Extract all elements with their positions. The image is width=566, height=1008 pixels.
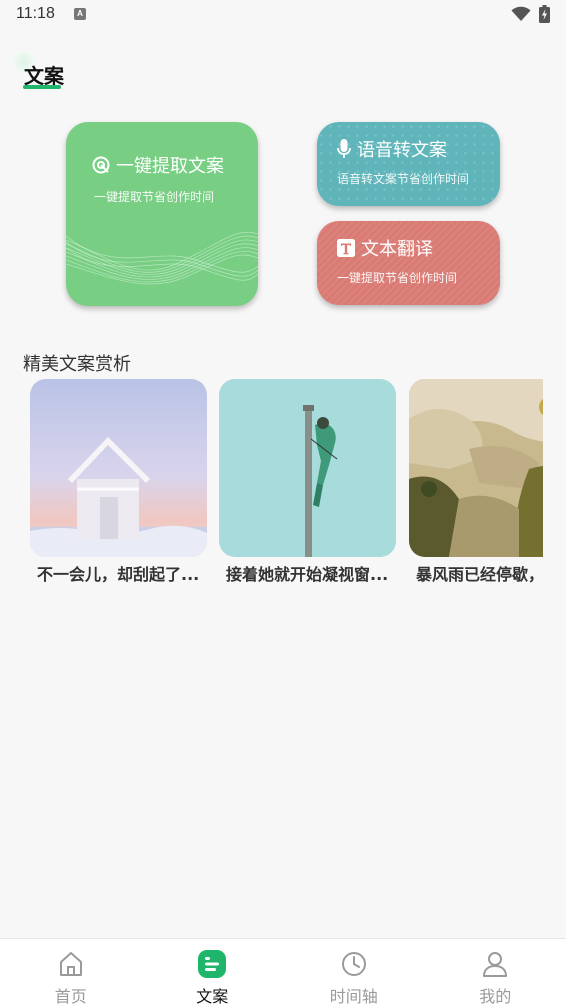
translate-card-title-text: 文本翻译 — [361, 239, 433, 260]
gallery-caption: 接着她就开始凝视窗... — [226, 565, 389, 584]
microphone-icon — [337, 139, 351, 159]
gallery-item[interactable]: 不一会儿，却刮起了... — [30, 379, 207, 584]
voice-card-subtitle: 语音转文案节省创作时间 — [337, 172, 470, 186]
wave-decoration — [66, 231, 258, 285]
voice-card-title: 语音转文案 — [337, 136, 447, 162]
extract-card-title: 一键提取文案 — [92, 152, 224, 178]
user-icon — [480, 949, 510, 979]
battery-icon — [539, 5, 550, 27]
rocky-landscape-image — [409, 379, 543, 557]
extract-card-title-text: 一键提取文案 — [116, 156, 224, 177]
nav-label-mine: 我的 — [479, 987, 512, 1006]
gallery-item[interactable]: 接着她就开始凝视窗... — [219, 379, 396, 584]
a-notification-icon: A — [74, 8, 86, 20]
status-bar: 11:18 A — [0, 0, 566, 30]
text-translate-card[interactable]: 文本翻译 一键提取节省创作时间 — [317, 221, 500, 305]
document-icon — [197, 949, 227, 979]
gallery-caption: 暴风雨已经停歇， — [416, 565, 543, 584]
extract-text-card[interactable]: 一键提取文案 一键提取节省创作时间 — [66, 122, 258, 306]
screen: 11:18 A 文案 一键提取文案 一键提取节省创作时间 语音转文案 语音转文案… — [0, 0, 566, 1008]
translate-card-title: 文本翻译 — [337, 235, 433, 261]
gallery-caption: 不一会儿，却刮起了... — [37, 565, 200, 584]
clock-icon — [339, 949, 369, 979]
voice-to-text-card[interactable]: 语音转文案 语音转文案节省创作时间 — [317, 122, 500, 206]
gallery: 不一会儿，却刮起了... 接着她就开始凝视窗... 暴风雨已经停歇， — [30, 379, 543, 589]
bottom-nav: 首页 文案 时间轴 我的 — [0, 938, 566, 1008]
climber-on-pole-image — [219, 379, 396, 557]
nav-label-copywriting: 文案 — [196, 987, 229, 1006]
nav-item-mine[interactable]: 我的 — [425, 939, 566, 1008]
nav-item-home[interactable]: 首页 — [0, 939, 142, 1008]
nav-item-copywriting[interactable]: 文案 — [142, 939, 284, 1008]
status-time: 11:18 — [16, 5, 55, 22]
gallery-item[interactable]: 暴风雨已经停歇， — [409, 379, 543, 584]
frosted-house-image — [30, 379, 207, 557]
title-underline — [23, 85, 61, 89]
extract-icon — [92, 156, 110, 174]
section-title: 精美文案赏析 — [23, 354, 131, 375]
text-icon — [337, 239, 355, 257]
voice-card-title-text: 语音转文案 — [357, 140, 447, 161]
extract-card-subtitle: 一键提取节省创作时间 — [94, 190, 215, 204]
translate-card-subtitle: 一键提取节省创作时间 — [337, 271, 458, 285]
nav-label-timeline: 时间轴 — [329, 987, 378, 1006]
home-icon — [56, 949, 86, 979]
wifi-icon — [511, 6, 531, 26]
nav-item-timeline[interactable]: 时间轴 — [283, 939, 425, 1008]
nav-label-home: 首页 — [54, 987, 87, 1006]
